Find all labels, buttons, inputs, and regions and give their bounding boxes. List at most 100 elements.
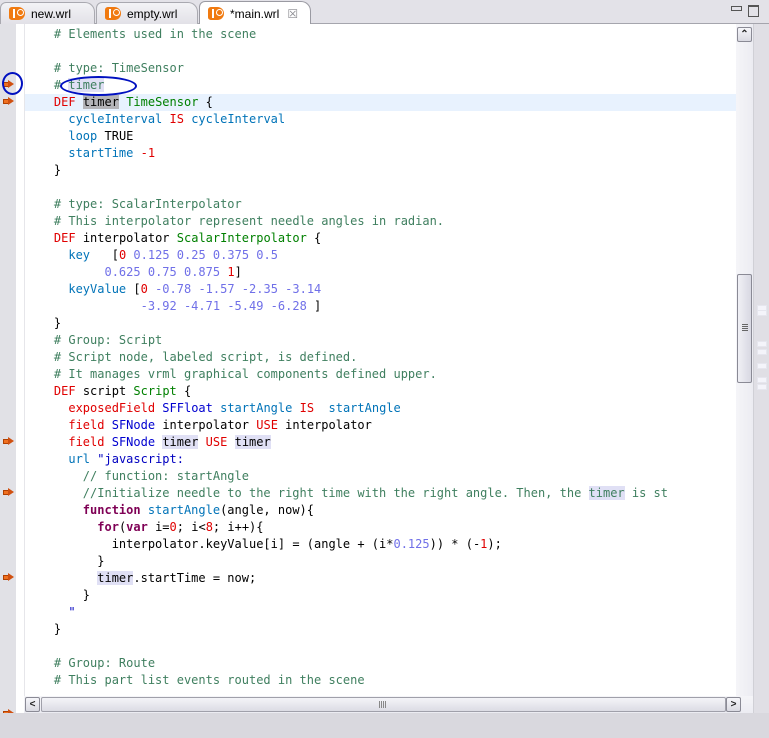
close-icon[interactable]: ☒ [287,7,298,21]
keyword: IS [169,112,184,126]
tab-label: empty.wrl [127,6,178,21]
identifier: interpolator [82,231,170,245]
value: -6.28 [270,299,307,313]
code-line: } [25,587,736,604]
code-line: # Elements used in the scene [25,26,736,43]
keyword: DEF [53,95,76,109]
code-line: startTime -1 [25,145,736,162]
code-line: } [25,553,736,570]
occurrence-arrow-icon[interactable] [3,573,14,582]
annotation-ruler [0,24,16,720]
code-line: " [25,604,736,621]
occurrence-arrow-icon[interactable] [3,437,14,446]
scroll-left-button[interactable]: < [25,697,40,712]
annotation-circle [2,72,23,95]
keyword: var [126,520,148,534]
value: TRUE [104,129,134,143]
value: -1.57 [198,282,235,296]
comment: # It manages vrml graphical components d… [53,367,437,381]
function-name: startAngle [147,503,221,517]
comment: # This part list events routed in the sc… [53,673,365,687]
value: -0.78 [155,282,192,296]
keyword: field [68,435,105,449]
value: 0 [118,248,127,262]
gutter-margin [16,24,25,720]
code-editor[interactable]: # Elements used in the scene # type: Tim… [0,24,769,720]
overview-mark[interactable] [757,349,767,355]
string: " [68,605,76,619]
editor-tab-bar: new.wrl empty.wrl *main.wrl ☒ [0,0,769,25]
comment: # Script node, labeled script, is define… [53,350,358,364]
value: 0.875 [183,265,221,279]
occurrence-highlight: timer [588,486,625,500]
occurrence-arrow-icon[interactable] [3,97,14,106]
overview-ruler [753,24,769,720]
code-line: field SFNode timer USE timer [25,434,736,451]
selected-word: timer [82,95,119,109]
overview-mark[interactable] [757,377,767,383]
field-name: cycleInterval [68,112,163,126]
overview-mark[interactable] [757,310,767,316]
value: 0 [140,282,148,296]
field-name: loop [68,129,98,143]
tab-main-wrl[interactable]: *main.wrl ☒ [199,1,311,25]
identifier: interpolator [162,418,250,432]
code-line: # Group: Script [25,332,736,349]
overview-mark[interactable] [757,363,767,369]
field-name: key [68,248,91,262]
comment: # Group: Script [53,333,163,347]
code-line: } [25,162,736,179]
scroll-up-button[interactable]: ⌃ [737,27,752,42]
vertical-scroll-thumb[interactable] [737,274,752,383]
scroll-right-button[interactable]: > [726,697,741,712]
field-name: keyValue [68,282,127,296]
vrml-file-icon [9,7,25,20]
value: 0.625 [104,265,141,279]
value: -2.35 [241,282,278,296]
comment: # type: TimeSensor [53,61,184,75]
code-line: // function: startAngle [25,468,736,485]
comment: # Elements used in the scene [53,27,257,41]
tab-empty-wrl[interactable]: empty.wrl [96,2,198,24]
value: 0.5 [256,248,278,262]
node-type: Script [133,384,177,398]
occurrence-arrow-icon[interactable] [3,488,14,497]
value: 0.125 [393,537,430,551]
minimize-icon[interactable] [731,6,742,11]
code-line: cycleInterval IS cycleInterval [25,111,736,128]
value: -4.71 [183,299,221,313]
brace: { [198,95,213,109]
keyword: USE [205,435,228,449]
tab-new-wrl[interactable]: new.wrl [0,2,95,24]
value: 0.25 [176,248,206,262]
value: 0.375 [212,248,250,262]
occurrence-highlight: timer [162,435,199,449]
keyword: DEF [53,231,76,245]
code-text-area[interactable]: # Elements used in the scene # type: Tim… [25,26,736,716]
maximize-icon[interactable] [748,5,759,17]
field-name: startAngle [220,401,293,415]
overview-mark[interactable] [757,341,767,347]
code-line: DEF interpolator ScalarInterpolator { [25,230,736,247]
field-name: startAngle [328,401,401,415]
horizontal-scrollbar[interactable]: < > [24,696,753,713]
code-text: ; i< [176,520,206,534]
keyword: function [82,503,141,517]
brace: } [53,163,62,177]
keyword: IS [299,401,315,415]
code-line: url "javascript: [25,451,736,468]
overview-mark[interactable] [757,384,767,390]
bottom-frame [0,713,769,738]
vertical-scrollbar[interactable]: ⌃ ⌄ [736,24,753,720]
brace: } [53,622,62,636]
value: 0.75 [147,265,177,279]
vrml-file-icon [208,7,224,20]
string: "javascript: [97,452,184,466]
grip-icon [742,324,748,332]
horizontal-scroll-thumb[interactable] [41,697,726,712]
code-line: key [0 0.125 0.25 0.375 0.5 [68,248,278,262]
node-type: ScalarInterpolator [176,231,307,245]
